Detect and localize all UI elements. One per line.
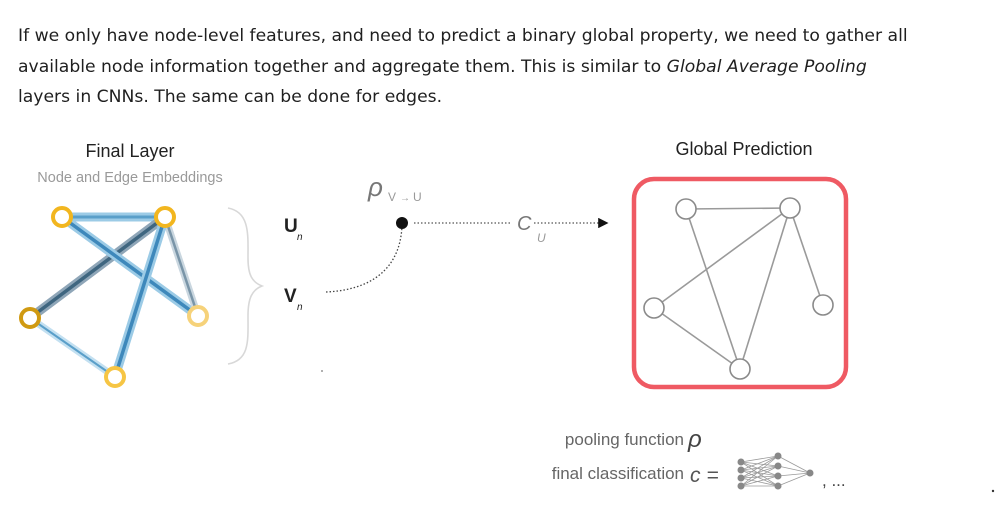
rho-symbol: ρ [367,172,383,202]
v-to-pooling-dotted-path [325,225,403,293]
u-n-label: U [284,216,298,237]
neural-network-icon [740,455,811,487]
node-bottom [104,366,126,388]
rho-subscript-v: V [388,190,396,204]
stray-dot-center [321,370,323,372]
node-right [187,305,209,327]
grouping-brace [227,207,265,365]
final-layer-subtitle: Node and Edge Embeddings [37,170,222,186]
stray-dot-right [991,489,995,493]
legend-ellipsis: , ... [822,471,846,490]
u-n-subscript: n [297,232,303,243]
global-prediction-box [631,176,849,390]
c-symbol: C [517,213,532,235]
v-n-label: V [284,286,297,307]
v-n-subscript: n [297,302,303,313]
prediction-node-4 [812,294,834,316]
pooling-diagram: Final Layer Node and Edge Embeddings U n… [19,139,995,493]
prediction-node-5 [729,358,751,380]
prediction-node-1 [675,198,697,220]
legend-rho-symbol: ρ [687,426,702,453]
legend-pooling-label: pooling function [565,430,684,449]
legend-c-equals: c = [690,464,719,487]
global-prediction-title: Global Prediction [675,139,812,159]
rho-subscript-u: U [413,190,422,204]
rho-subscript-arrow: → [400,193,410,204]
node-top-right [154,206,176,228]
node-top-left [51,206,73,228]
pooling-dot [396,217,408,229]
final-layer-title: Final Layer [85,141,174,161]
c-subscript-u: U [537,231,546,245]
prediction-node-2 [779,197,801,219]
final-layer-edges [25,212,203,382]
node-left [19,307,41,329]
legend-classification-label: final classification [552,464,684,483]
prediction-node-3 [643,297,665,319]
